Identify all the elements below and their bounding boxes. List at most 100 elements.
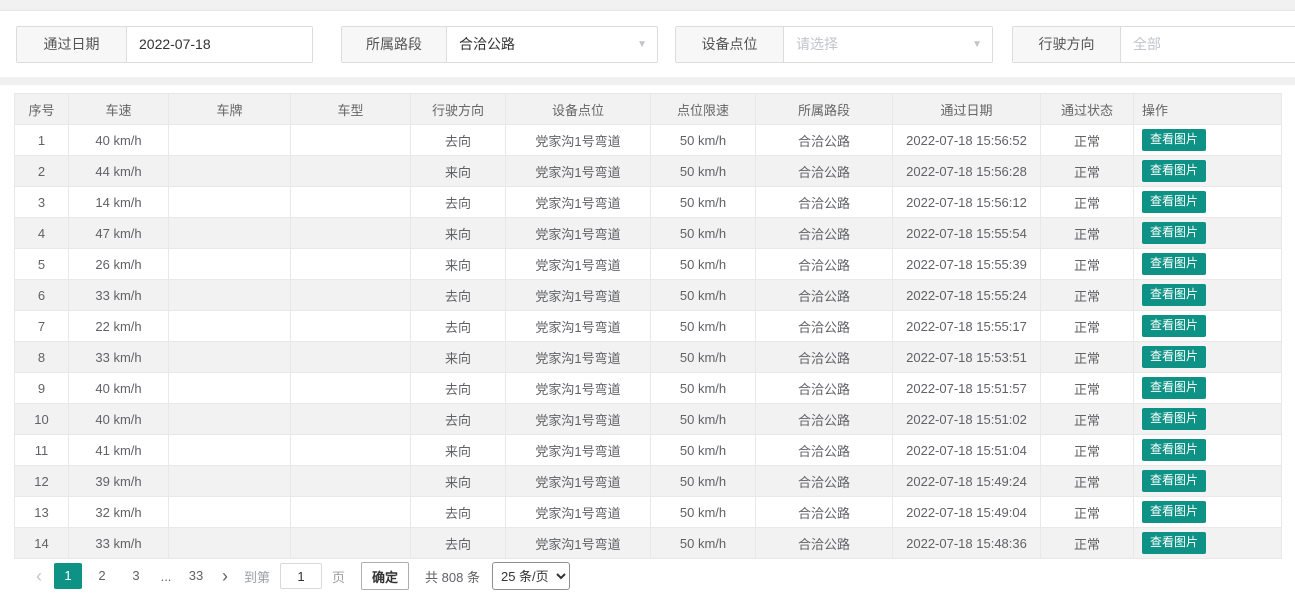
view-image-button[interactable]: 查看图片: [1142, 253, 1206, 274]
cell-time: 2022-07-18 15:51:02: [893, 404, 1041, 435]
view-image-button[interactable]: 查看图片: [1142, 532, 1206, 553]
cell-direction: 来向: [411, 466, 506, 497]
cell-speed: 47 km/h: [69, 218, 169, 249]
page-number-1[interactable]: 1: [54, 563, 82, 589]
pass-date-input[interactable]: [139, 36, 300, 52]
column-header-3: 车型: [291, 94, 411, 125]
cell-time: 2022-07-18 15:55:24: [893, 280, 1041, 311]
view-image-button[interactable]: 查看图片: [1142, 160, 1206, 181]
cell-limit: 50 km/h: [651, 466, 756, 497]
device-point-label: 设备点位: [676, 27, 784, 62]
view-image-button[interactable]: 查看图片: [1142, 377, 1206, 398]
cell-action: 查看图片: [1134, 466, 1282, 497]
records-table: 序号车速车牌车型行驶方向设备点位点位限速所属路段通过日期通过状态操作 140 k…: [14, 93, 1282, 559]
cell-plate: [169, 435, 291, 466]
cell-action: 查看图片: [1134, 528, 1282, 559]
cell-road: 合洽公路: [756, 342, 893, 373]
cell-action: 查看图片: [1134, 373, 1282, 404]
view-image-button[interactable]: 查看图片: [1142, 439, 1206, 460]
cell-road: 合洽公路: [756, 311, 893, 342]
cell-time: 2022-07-18 15:56:52: [893, 125, 1041, 156]
view-image-button[interactable]: 查看图片: [1142, 501, 1206, 522]
cell-action: 查看图片: [1134, 156, 1282, 187]
goto-page-input[interactable]: [280, 563, 322, 589]
cell-plate: [169, 156, 291, 187]
cell-speed: 14 km/h: [69, 187, 169, 218]
cell-model: [291, 342, 411, 373]
filter-bar: 通过日期 所属路段 合洽公路 ▼ 设备点位 请选择 ▼ 行驶方向: [0, 11, 1295, 77]
cell-status: 正常: [1041, 125, 1134, 156]
records-table-wrap: 序号车速车牌车型行驶方向设备点位点位限速所属路段通过日期通过状态操作 140 k…: [0, 85, 1295, 559]
cell-status: 正常: [1041, 249, 1134, 280]
confirm-button[interactable]: 确定: [361, 562, 409, 590]
road-section-value: 合洽公路: [459, 34, 515, 54]
cell-index: 7: [15, 311, 69, 342]
view-image-button[interactable]: 查看图片: [1142, 346, 1206, 367]
column-header-10: 操作: [1134, 94, 1282, 125]
page-number-33[interactable]: 33: [182, 563, 210, 589]
cell-direction: 去向: [411, 311, 506, 342]
view-image-button[interactable]: 查看图片: [1142, 129, 1206, 150]
cell-model: [291, 404, 411, 435]
cell-direction: 去向: [411, 187, 506, 218]
road-section-select[interactable]: 合洽公路 ▼: [447, 27, 657, 62]
next-page-icon[interactable]: ›: [216, 563, 234, 589]
prev-page-icon[interactable]: ‹: [30, 563, 48, 589]
table-row: 1239 km/h来向党家沟1号弯道50 km/h合洽公路2022-07-18 …: [15, 466, 1282, 497]
table-row: 1040 km/h去向党家沟1号弯道50 km/h合洽公路2022-07-18 …: [15, 404, 1282, 435]
view-image-button[interactable]: 查看图片: [1142, 408, 1206, 429]
cell-model: [291, 311, 411, 342]
cell-road: 合洽公路: [756, 280, 893, 311]
cell-status: 正常: [1041, 187, 1134, 218]
device-point-placeholder: 请选择: [796, 34, 838, 54]
page-unit-label: 页: [332, 567, 345, 586]
cell-time: 2022-07-18 15:56:28: [893, 156, 1041, 187]
cell-plate: [169, 373, 291, 404]
device-point-select[interactable]: 请选择 ▼: [784, 27, 992, 62]
section-divider: [0, 77, 1295, 85]
cell-limit: 50 km/h: [651, 156, 756, 187]
cell-speed: 40 km/h: [69, 373, 169, 404]
view-image-button[interactable]: 查看图片: [1142, 222, 1206, 243]
cell-plate: [169, 218, 291, 249]
cell-device: 党家沟1号弯道: [506, 497, 651, 528]
cell-action: 查看图片: [1134, 404, 1282, 435]
cell-speed: 32 km/h: [69, 497, 169, 528]
cell-road: 合洽公路: [756, 373, 893, 404]
cell-action: 查看图片: [1134, 435, 1282, 466]
cell-index: 4: [15, 218, 69, 249]
cell-road: 合洽公路: [756, 156, 893, 187]
cell-direction: 去向: [411, 280, 506, 311]
cell-device: 党家沟1号弯道: [506, 311, 651, 342]
goto-page-label: 到第: [244, 567, 270, 586]
cell-time: 2022-07-18 15:56:12: [893, 187, 1041, 218]
cell-direction: 去向: [411, 528, 506, 559]
table-row: 244 km/h来向党家沟1号弯道50 km/h合洽公路2022-07-18 1…: [15, 156, 1282, 187]
cell-status: 正常: [1041, 373, 1134, 404]
page-number-2[interactable]: 2: [88, 563, 116, 589]
table-header-row: 序号车速车牌车型行驶方向设备点位点位限速所属路段通过日期通过状态操作: [15, 94, 1282, 125]
page-number-3[interactable]: 3: [122, 563, 150, 589]
cell-action: 查看图片: [1134, 249, 1282, 280]
cell-speed: 22 km/h: [69, 311, 169, 342]
cell-index: 2: [15, 156, 69, 187]
view-image-button[interactable]: 查看图片: [1142, 315, 1206, 336]
cell-limit: 50 km/h: [651, 218, 756, 249]
cell-limit: 50 km/h: [651, 497, 756, 528]
view-image-button[interactable]: 查看图片: [1142, 191, 1206, 212]
cell-status: 正常: [1041, 435, 1134, 466]
cell-plate: [169, 466, 291, 497]
cell-status: 正常: [1041, 342, 1134, 373]
table-row: 1141 km/h来向党家沟1号弯道50 km/h合洽公路2022-07-18 …: [15, 435, 1282, 466]
cell-device: 党家沟1号弯道: [506, 404, 651, 435]
view-image-button[interactable]: 查看图片: [1142, 284, 1206, 305]
page-size-select[interactable]: 25 条/页: [492, 562, 570, 590]
chevron-down-icon: ▼: [637, 39, 647, 50]
cell-device: 党家沟1号弯道: [506, 187, 651, 218]
table-row: 526 km/h来向党家沟1号弯道50 km/h合洽公路2022-07-18 1…: [15, 249, 1282, 280]
cell-time: 2022-07-18 15:55:17: [893, 311, 1041, 342]
view-image-button[interactable]: 查看图片: [1142, 470, 1206, 491]
cell-status: 正常: [1041, 466, 1134, 497]
direction-input[interactable]: [1133, 36, 1295, 52]
cell-status: 正常: [1041, 404, 1134, 435]
